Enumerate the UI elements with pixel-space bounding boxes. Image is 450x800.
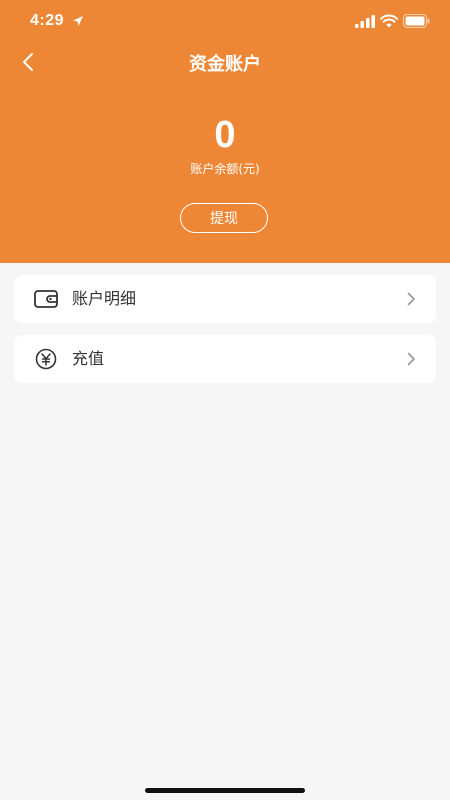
withdraw-button[interactable]: 提现 [180, 203, 268, 233]
list-item-label: 充值 [72, 349, 105, 368]
battery-icon [403, 14, 430, 28]
home-indicator [145, 788, 305, 793]
chevron-right-icon [407, 352, 415, 366]
wifi-icon [380, 14, 398, 28]
location-arrow-icon [73, 16, 83, 26]
status-time: 4:29 [30, 12, 65, 29]
list-item-account-details[interactable]: 账户明细 [14, 275, 436, 323]
balance-amount: 0 [214, 114, 236, 156]
status-bar: 4:29 [0, 0, 450, 44]
balance-label: 账户余额(元) [190, 162, 260, 176]
list-item-recharge[interactable]: 充值 [14, 335, 436, 383]
yuan-icon [35, 348, 57, 370]
signal-icon [355, 15, 375, 28]
wallet-icon [34, 290, 58, 308]
page-title: 资金账户 [189, 54, 261, 75]
list-item-label: 账户明细 [72, 289, 137, 308]
header-banner: 4:29 资金账户 0 账户余额(元) 提现 [0, 0, 450, 263]
chevron-right-icon [407, 292, 415, 306]
